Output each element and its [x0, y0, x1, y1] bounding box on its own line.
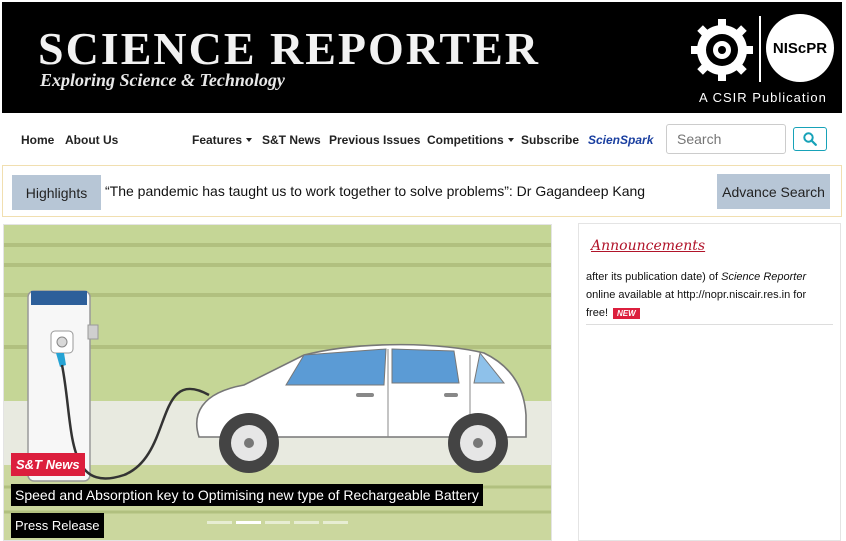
search-icon — [803, 132, 817, 146]
announcement-magazine-name: Science Reporter — [721, 271, 807, 283]
slide-indicator[interactable] — [294, 521, 319, 524]
slide-indicator[interactable] — [207, 521, 232, 524]
new-badge: NEW — [613, 307, 640, 319]
slide-indicator-active[interactable] — [236, 521, 261, 524]
chevron-down-icon — [507, 138, 514, 142]
nav-competitions-label: Competitions — [427, 133, 504, 147]
highlight-link[interactable]: “The pandemic has taught us to work toge… — [105, 183, 645, 199]
featured-slider[interactable]: S&T News Speed and Absorption key to Opt… — [3, 224, 552, 541]
highlights-label: Highlights — [12, 175, 101, 210]
site-tagline: Exploring Science & Technology — [40, 70, 285, 90]
nav-home[interactable]: Home — [21, 133, 54, 147]
announcement-text-before: after its publication date) of — [586, 271, 722, 283]
nav-previous-issues[interactable]: Previous Issues — [329, 133, 420, 147]
slide-headline[interactable]: Speed and Absorption key to Optimising n… — [11, 484, 483, 506]
announcements-title: Announcements — [591, 238, 706, 254]
nav-st-news[interactable]: S&T News — [262, 133, 321, 147]
nav-scienspark[interactable]: ScienSpark — [588, 133, 653, 147]
highlights-bar: Highlights “The pandemic has taught us t… — [2, 165, 842, 217]
csir-emblem-icon — [691, 19, 753, 81]
chevron-down-icon — [246, 138, 253, 142]
advance-search-button[interactable]: Advance Search — [717, 174, 830, 209]
slide-source: Press Release — [11, 513, 104, 538]
slider-indicators — [207, 521, 348, 524]
nav-about-us[interactable]: About Us — [65, 133, 118, 147]
announcements-panel: Announcements after its publication date… — [578, 223, 841, 541]
announcement-text[interactable]: after its publication date) of Science R… — [586, 268, 826, 322]
nav-features-label: Features — [192, 133, 243, 147]
nav-features[interactable]: Features — [192, 133, 253, 147]
header-banner[interactable]: SCIENCE REPORTER Exploring Science & Tec… — [2, 2, 842, 113]
category-tag[interactable]: S&T News — [11, 453, 85, 476]
slide-indicator[interactable] — [265, 521, 290, 524]
site-title: SCIENCE REPORTER — [38, 23, 540, 74]
logo-divider — [759, 16, 761, 82]
search-input[interactable] — [666, 124, 786, 154]
nav-competitions[interactable]: Competitions — [427, 133, 514, 147]
search-button[interactable] — [793, 127, 827, 151]
niscpr-logo: NIScPR — [766, 14, 834, 82]
nav-subscribe[interactable]: Subscribe — [521, 133, 579, 147]
announcement-divider — [586, 324, 833, 325]
publication-label: A CSIR Publication — [699, 90, 827, 105]
slide-indicator[interactable] — [323, 521, 348, 524]
